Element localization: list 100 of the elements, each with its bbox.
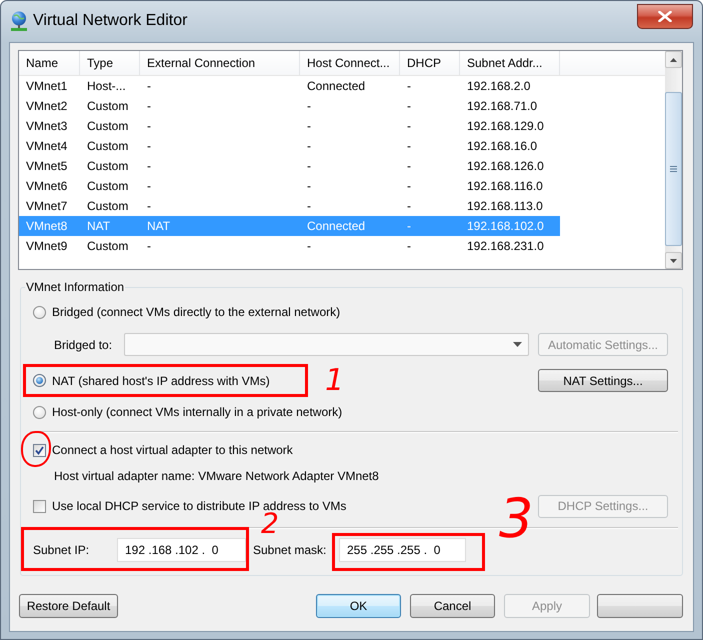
caret-up-icon <box>670 58 677 62</box>
table-cell-text: Custom <box>86 198 130 215</box>
table-cell-text: Custom <box>86 138 130 155</box>
table-cell-text: VMnet9 <box>25 238 68 255</box>
scroll-down-button[interactable] <box>665 252 682 269</box>
dialog-button[interactable]: Cancel <box>410 594 495 618</box>
subnet-mask-label: Subnet mask: <box>253 543 328 557</box>
table-cell-text: VMnet1 <box>25 78 68 95</box>
table-row[interactable]: VMnet5 Custom - - - 192.168.126.0 <box>19 156 560 176</box>
subnet-ip-field[interactable]: 192 .168 .102 . 0 <box>117 538 246 562</box>
table-cell-text: 192.168.2.0 <box>466 78 532 95</box>
table-cell-text: - <box>406 178 412 195</box>
table-cell-text: - <box>306 198 312 215</box>
annotation-number: 3 <box>499 492 534 546</box>
table-cell-text: 192.168.71.0 <box>466 98 538 115</box>
checkbox[interactable] <box>33 500 46 512</box>
grip-icon <box>670 166 677 172</box>
table-row[interactable]: VMnet6 Custom - - - 192.168.116.0 <box>19 176 560 196</box>
checkbox[interactable] <box>33 444 46 456</box>
table-cell-text: VMnet6 <box>25 178 68 195</box>
table-cell-text: - <box>406 158 412 175</box>
vertical-scrollbar[interactable] <box>665 51 682 269</box>
table-cell-text: VMnet8 <box>25 218 68 235</box>
table-row[interactable]: VMnet7 Custom - - - 192.168.113.0 <box>19 196 560 216</box>
check-icon <box>35 446 44 454</box>
table-cell-text: - <box>306 138 312 155</box>
table-cell-text: - <box>146 238 152 255</box>
table-cell-text: - <box>406 198 412 215</box>
window-title: Virtual Network Editor <box>33 11 188 30</box>
table-row[interactable]: VMnet4 Custom - - - 192.168.16.0 <box>19 136 560 156</box>
table-cell-text: Custom <box>86 118 130 135</box>
dialog-button[interactable]: Restore Default <box>19 594 118 618</box>
table-cell-text: - <box>306 98 312 115</box>
table-cell-text: - <box>146 178 152 195</box>
table-cell-text: - <box>146 118 152 135</box>
table-cell-text: NAT <box>86 218 112 235</box>
table-cell-text: - <box>406 218 412 235</box>
table-cell-text: 192.168.116.0 <box>466 178 544 195</box>
table-row[interactable]: VMnet1 Host-... - Connected - 192.168.2.0 <box>19 76 560 96</box>
table-cell-text: - <box>146 98 152 115</box>
table-cell-text: 192.168.231.0 <box>466 238 545 255</box>
bridged-to-label: Bridged to: <box>54 338 114 352</box>
table-cell-text: VMnet3 <box>25 118 68 135</box>
network-globe-icon <box>10 11 28 31</box>
checkbox-label[interactable]: Connect a host virtual adapter to this network <box>52 443 293 457</box>
table-cell-text: NAT <box>146 218 172 235</box>
table-cell-text: Custom <box>86 178 130 195</box>
annotation-number: 1 <box>325 366 344 396</box>
table-row[interactable]: VMnet9 Custom - - - 192.168.231.0 <box>19 236 560 256</box>
radio-label[interactable]: NAT (shared host's IP address with VMs) <box>52 374 270 388</box>
table-cell-text: VMnet4 <box>25 138 68 155</box>
table-cell-text: VMnet2 <box>25 98 68 115</box>
table-cell-text: - <box>306 238 312 255</box>
table-cell-text: - <box>406 98 412 115</box>
radio-button[interactable] <box>33 374 46 387</box>
column-header[interactable]: Host Connect... <box>300 51 400 75</box>
table-cell-text: 192.168.16.0 <box>466 138 538 155</box>
subnet-mask-field[interactable]: 255 .255 .255 . 0 <box>339 538 466 562</box>
blank-button[interactable] <box>597 594 683 618</box>
column-header[interactable]: Subnet Addr... <box>460 51 560 75</box>
caret-down-icon <box>670 258 677 262</box>
table-cell-text: - <box>146 198 152 215</box>
radio-label[interactable]: Host-only (connect VMs internally in a private network) <box>52 405 342 419</box>
column-header[interactable]: External Connection <box>140 51 300 75</box>
scrollbar-thumb[interactable] <box>665 92 682 246</box>
table-cell-text: - <box>406 238 412 255</box>
table-cell-text: Custom <box>86 98 130 115</box>
table-cell-text: 192.168.102.0 <box>466 218 545 235</box>
table-cell-text: 192.168.113.0 <box>466 198 544 215</box>
table-cell-text: VMnet5 <box>25 158 68 175</box>
table-cell-text: - <box>306 178 312 195</box>
close-icon <box>658 11 672 22</box>
dialog-button[interactable]: OK <box>316 594 401 618</box>
annotation-number: 2 <box>261 510 279 538</box>
table-cell-text: 192.168.129.0 <box>466 118 545 135</box>
table-cell-text: - <box>406 138 412 155</box>
close-button[interactable] <box>637 4 693 29</box>
table-cell-text: Custom <box>86 158 130 175</box>
radio-button[interactable] <box>33 406 46 418</box>
table-cell-text: Host-... <box>86 78 127 95</box>
table-cell-text: Connected <box>306 218 366 235</box>
table-cell-text: - <box>406 78 412 95</box>
table-row[interactable]: VMnet2 Custom - - - 192.168.71.0 <box>19 96 560 116</box>
settings-button[interactable]: NAT Settings... <box>538 369 668 392</box>
table-cell-text: - <box>406 118 412 135</box>
scroll-up-button[interactable] <box>665 51 682 68</box>
adapter-name-text: Host virtual adapter name: VMware Network Adapter VMnet8 <box>54 469 379 483</box>
checkbox-label[interactable]: Use local DHCP service to distribute IP address to VMs <box>52 499 346 513</box>
table-cell-text: - <box>146 138 152 155</box>
table-cell-text: - <box>306 118 312 135</box>
table-cell-text: - <box>146 158 152 175</box>
table-cell-text: 192.168.126.0 <box>466 158 545 175</box>
table-row[interactable]: VMnet3 Custom - - - 192.168.129.0 <box>19 116 560 136</box>
subnet-ip-label: Subnet IP: <box>33 543 90 557</box>
column-header[interactable]: Name <box>19 51 80 75</box>
column-header[interactable]: DHCP <box>400 51 460 75</box>
table-cell-text: - <box>306 158 312 175</box>
column-header[interactable]: Type <box>80 51 140 75</box>
radio-label[interactable]: Bridged (connect VMs directly to the external network) <box>52 305 340 319</box>
radio-button[interactable] <box>33 306 46 318</box>
